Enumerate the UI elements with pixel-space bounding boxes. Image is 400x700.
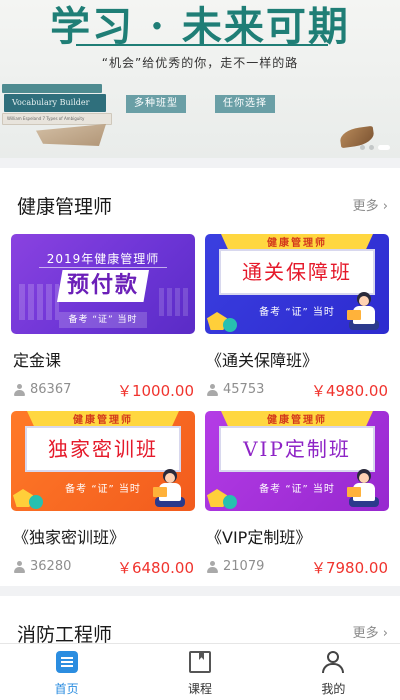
student-count: 21079: [223, 559, 265, 574]
course-students: 36280: [14, 559, 71, 574]
course-title[interactable]: 《独家密训班》: [13, 524, 125, 548]
course-title[interactable]: 《通关保障班》: [206, 347, 318, 371]
carousel-indicator: [360, 145, 390, 150]
user-icon: [14, 383, 25, 396]
student-count: 36280: [30, 559, 72, 574]
thumb-main-text: 独家密训班: [25, 426, 181, 472]
course-title[interactable]: 定金课: [13, 347, 61, 371]
city-illustration: [19, 284, 59, 320]
carousel-dot-active[interactable]: [378, 145, 390, 150]
user-icon: [207, 383, 218, 396]
decoration-shape: [29, 495, 43, 509]
promo-banner[interactable]: 学习 · 未来可期 “机会”给优秀的你，走不一样的路 Vocabulary Bu…: [0, 0, 400, 158]
banner-tag-your-choice: 任你选择: [215, 95, 275, 113]
course-title[interactable]: 《VIP定制班》: [206, 524, 311, 548]
student-count: 45753: [223, 382, 265, 397]
user-icon: [14, 560, 25, 573]
thumb-main-text: 通关保障班: [219, 249, 375, 295]
banner-tag-class-types: 多种班型: [126, 95, 186, 113]
reading-person-illustration: [153, 469, 187, 509]
tab-label: 课程: [187, 682, 212, 696]
bottom-tab-bar: 首页 课程 我的: [0, 643, 400, 700]
student-count: 86367: [30, 382, 72, 397]
tab-me[interactable]: 我的: [267, 644, 400, 700]
tab-label: 首页: [54, 682, 79, 696]
more-link-fire-engineer[interactable]: 更多 ›: [353, 622, 388, 641]
carousel-dot[interactable]: [369, 145, 374, 150]
reading-person-illustration: [347, 292, 381, 332]
section-title-health-manager: 健康管理师: [17, 196, 113, 218]
tab-home[interactable]: 首页: [0, 644, 133, 700]
carousel-dot[interactable]: [360, 145, 365, 150]
tab-label: 我的: [321, 682, 346, 696]
decoration-shape: [223, 495, 237, 509]
thumb-main-text: VIP定制班: [219, 426, 375, 472]
thumb-headline: 2019年健康管理师: [46, 252, 160, 266]
thumb-main-text: 预付款: [57, 270, 149, 302]
book-vocabulary: Vocabulary Builder: [4, 94, 106, 112]
reading-person-illustration: [347, 469, 381, 509]
user-profile-icon: [322, 651, 345, 673]
banner-subline: “机会”给优秀的你，走不一样的路: [101, 56, 299, 70]
course-price: ￥6480.00: [116, 559, 194, 577]
home-list-icon: [55, 651, 78, 673]
course-thumbnail-exclusive-training[interactable]: 健康管理师 独家密训班 备考 “证” 当时: [11, 411, 195, 511]
course-price: ￥1000.00: [116, 382, 194, 400]
course-price: ￥7980.00: [310, 559, 388, 577]
course-students: 21079: [207, 559, 264, 574]
course-thumbnail-deposit[interactable]: 2019年健康管理师 预付款 备考 “证” 当时: [11, 234, 195, 334]
banner-divider: [76, 44, 328, 46]
thumb-footer: 备考 “证” 当时: [59, 312, 147, 328]
city-illustration: [159, 288, 189, 316]
book-icon: [188, 651, 211, 673]
book-spine: [2, 84, 102, 93]
user-icon: [207, 560, 218, 573]
section-separator: [0, 586, 400, 596]
course-price: ￥4980.00: [310, 382, 388, 400]
more-link-health-manager[interactable]: 更多 ›: [353, 195, 388, 214]
decoration-shape: [223, 318, 237, 332]
course-thumbnail-vip-custom[interactable]: 健康管理师 VIP定制班 备考 “证” 当时: [205, 411, 389, 511]
course-thumbnail-pass-guarantee[interactable]: 健康管理师 通关保障班 备考 “证” 当时: [205, 234, 389, 334]
course-students: 86367: [14, 382, 71, 397]
course-students: 45753: [207, 382, 264, 397]
book-bottom: William Espeland 7 Types of Ambiguity: [2, 113, 112, 125]
books-illustration: Vocabulary Builder William Espeland 7 Ty…: [2, 84, 114, 130]
thumb-divider: [39, 267, 167, 268]
tab-course[interactable]: 课程: [133, 644, 266, 700]
section-separator: [0, 158, 400, 168]
